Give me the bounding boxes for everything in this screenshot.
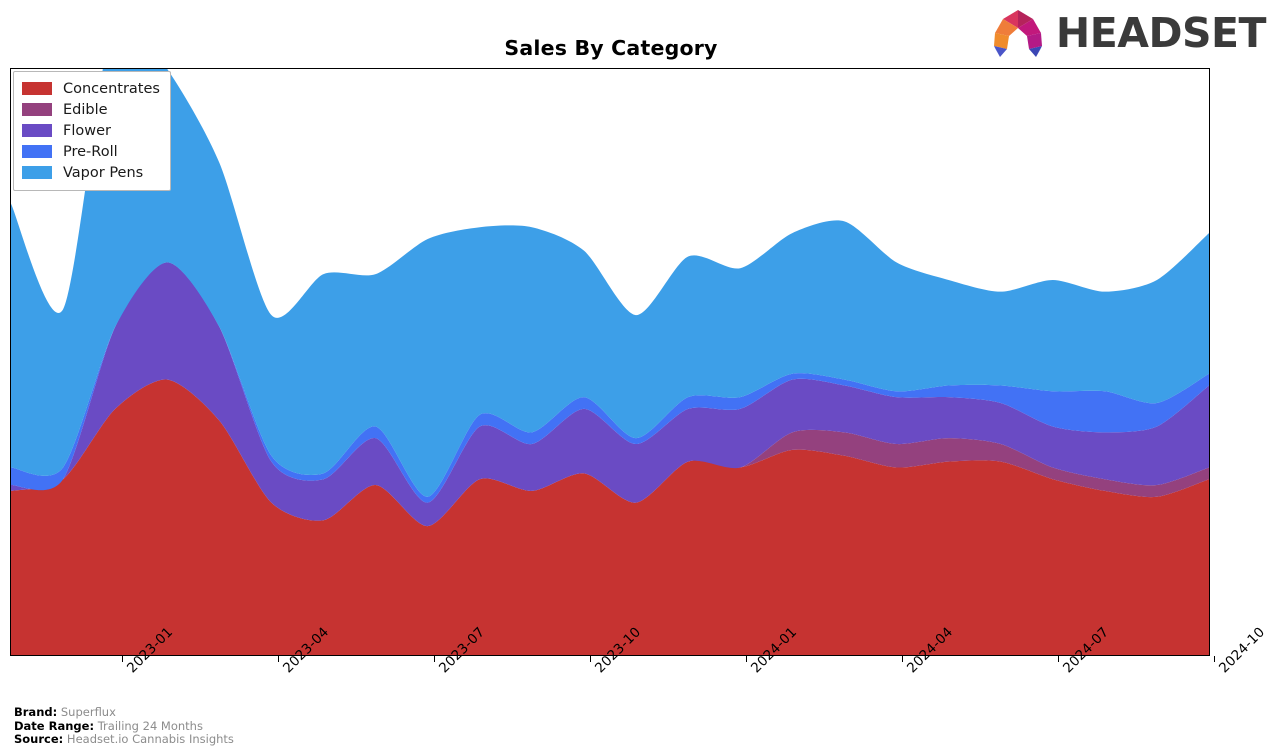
legend-item[interactable]: Edible	[22, 99, 160, 120]
x-tick-mark	[1214, 656, 1215, 662]
chart-legend: Concentrates Edible Flower Pre-Roll Vapor Pe…	[13, 71, 171, 191]
x-tick-mark	[902, 656, 903, 662]
stacked-area-chart	[11, 69, 1209, 655]
footer-source: Source: Headset.io Cannabis Insights	[14, 732, 234, 747]
x-tick-label: 2024-10	[1216, 624, 1269, 677]
footer-brand-key: Brand:	[14, 705, 58, 719]
legend-label: Pre-Roll	[63, 143, 118, 160]
x-tick-mark	[590, 656, 591, 662]
x-tick-mark	[122, 656, 123, 662]
legend-label: Flower	[63, 122, 111, 139]
logo-wordmark: HEADSET	[1055, 8, 1267, 57]
legend-label: Edible	[63, 101, 108, 118]
footer-date-range: Date Range: Trailing 24 Months	[14, 718, 234, 734]
footer-date-range-value: Trailing 24 Months	[97, 718, 203, 733]
x-axis: 2023-01 2023-04 2023-07 2023-10 2024-01 2024-…	[10, 624, 1268, 676]
legend-swatch-icon	[22, 103, 52, 116]
plot-area	[10, 68, 1210, 656]
headset-horseshoe-icon	[993, 10, 1042, 57]
legend-item[interactable]: Vapor Pens	[22, 162, 160, 183]
legend-swatch-icon	[22, 145, 52, 158]
legend-swatch-icon	[22, 82, 52, 95]
footer-source-key: Source:	[14, 732, 64, 746]
legend-label: Vapor Pens	[63, 164, 144, 181]
headset-logo: HEADSET	[987, 8, 1267, 58]
chart-footer: Brand: Superflux Date Range: Trailing 24…	[14, 705, 234, 747]
footer-brand-value: Superflux	[60, 705, 116, 719]
footer-source-value: Headset.io Cannabis Insights	[66, 732, 234, 746]
x-tick-mark	[746, 656, 747, 662]
x-tick-mark	[434, 656, 435, 662]
legend-item[interactable]: Pre-Roll	[22, 141, 160, 162]
legend-item[interactable]: Concentrates	[22, 78, 160, 99]
x-tick-mark	[1058, 656, 1059, 662]
legend-swatch-icon	[22, 124, 52, 137]
footer-brand: Brand: Superflux	[14, 705, 234, 720]
legend-item[interactable]: Flower	[22, 120, 160, 141]
legend-swatch-icon	[22, 166, 52, 179]
x-tick-mark	[278, 656, 279, 662]
footer-date-range-key: Date Range:	[14, 718, 95, 733]
chart-page: Sales By Category HEADSET Concentrates Ed…	[0, 0, 1276, 748]
legend-label: Concentrates	[63, 80, 160, 97]
